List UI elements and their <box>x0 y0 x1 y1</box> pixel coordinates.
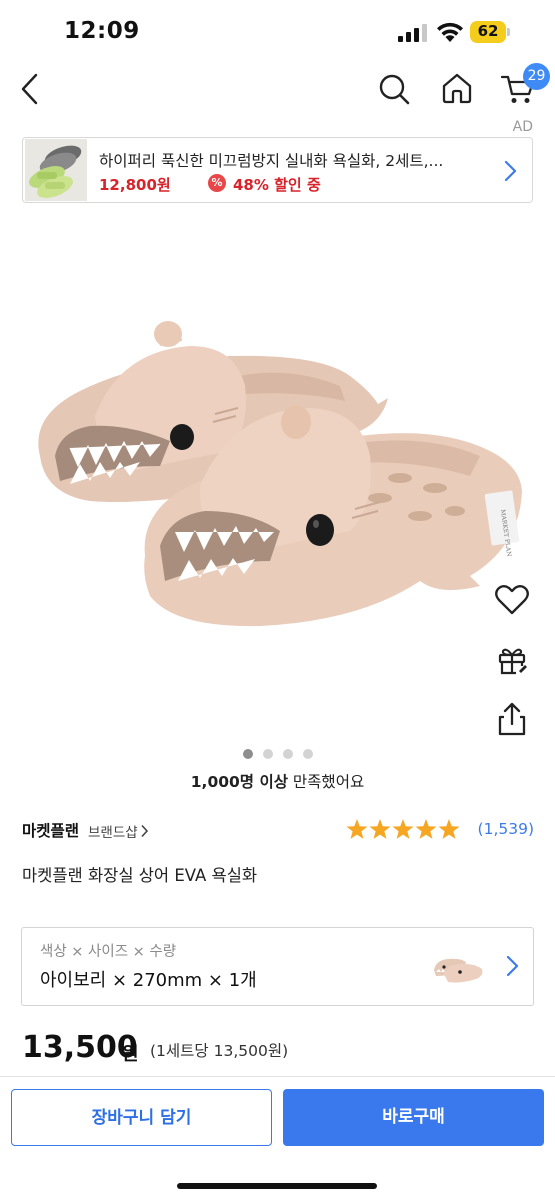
star-icon <box>369 819 391 839</box>
status-bar: 12:09 62 <box>0 0 555 62</box>
add-to-cart-button[interactable]: 장바구니 담기 <box>11 1089 272 1146</box>
discount-icon: % <box>208 174 226 192</box>
option-thumbnail <box>434 958 483 983</box>
app-header <box>0 62 555 118</box>
review-count[interactable]: (1,539) <box>478 820 534 838</box>
ad-banner[interactable]: 하이퍼리 푹신한 미끄럼방지 실내화 욕실화, 2세트,... 12,800원 … <box>22 137 533 203</box>
chevron-right-icon <box>506 955 519 977</box>
signal-icon <box>398 24 427 42</box>
image-pager <box>0 744 555 759</box>
chevron-right-icon <box>141 824 148 838</box>
option-value: 아이보리 × 270mm × 1개 <box>40 970 257 991</box>
price-unit: 원 <box>122 1044 139 1065</box>
pager-dot[interactable] <box>262 749 273 759</box>
pager-dot[interactable] <box>302 749 313 759</box>
chevron-right-icon <box>504 160 517 182</box>
ad-product-thumbnail <box>25 139 87 201</box>
product-image[interactable]: MARKET PLAN <box>0 226 555 734</box>
home-icon[interactable] <box>440 71 474 105</box>
wifi-icon <box>437 22 463 42</box>
star-rating-icon <box>346 819 460 839</box>
battery-tip <box>507 28 510 36</box>
satisfaction-count: 1,000명 이상 <box>190 773 288 791</box>
price-amount: 13,500 <box>22 1030 138 1065</box>
star-icon <box>415 819 437 839</box>
star-icon <box>438 819 460 839</box>
share-icon[interactable] <box>492 700 532 740</box>
ad-title: 하이퍼리 푹신한 미끄럼방지 실내화 욕실화, 2세트,... <box>99 152 444 170</box>
option-selector[interactable]: 색상 × 사이즈 × 수량 아이보리 × 270mm × 1개 <box>21 927 534 1006</box>
option-label: 색상 × 사이즈 × 수량 <box>40 944 177 960</box>
pager-dot[interactable] <box>282 749 293 759</box>
status-time: 12:09 <box>64 18 140 44</box>
ad-label: AD <box>512 119 533 135</box>
satisfaction-rest: 만족했어요 <box>287 773 365 791</box>
price-row: 13,500 원 (1세트당 13,500원) <box>22 1030 542 1070</box>
bottom-action-bar: 장바구니 담기 바로구매 <box>0 1076 555 1200</box>
seller-row: 마켓플랜 브랜드샵 (1,539) <box>22 818 534 842</box>
satisfaction-text: 1,000명 이상 만족했어요 <box>0 770 555 792</box>
brand-shop-link[interactable]: 브랜드샵 <box>88 821 149 841</box>
gift-icon[interactable] <box>492 640 532 680</box>
product-title: 마켓플랜 화장실 상어 EVA 욕실화 <box>22 866 258 885</box>
seller-name[interactable]: 마켓플랜 <box>22 819 79 841</box>
home-indicator <box>177 1183 377 1189</box>
back-icon[interactable] <box>18 72 44 106</box>
star-icon <box>392 819 414 839</box>
buy-now-button[interactable]: 바로구매 <box>283 1089 544 1146</box>
brand-shop-label: 브랜드샵 <box>88 825 138 841</box>
search-icon[interactable] <box>377 72 411 106</box>
price-per-set: (1세트당 13,500원) <box>150 1042 289 1060</box>
battery-percent: 62 <box>477 22 499 40</box>
heart-icon[interactable] <box>492 580 532 620</box>
star-icon <box>346 819 368 839</box>
pager-dot[interactable] <box>242 749 253 759</box>
battery-icon: 62 <box>470 21 510 43</box>
ad-discount: 48% 할인 중 <box>233 176 321 194</box>
ad-price: 12,800원 <box>99 176 171 194</box>
cart-count-badge: 29 <box>523 63 550 90</box>
